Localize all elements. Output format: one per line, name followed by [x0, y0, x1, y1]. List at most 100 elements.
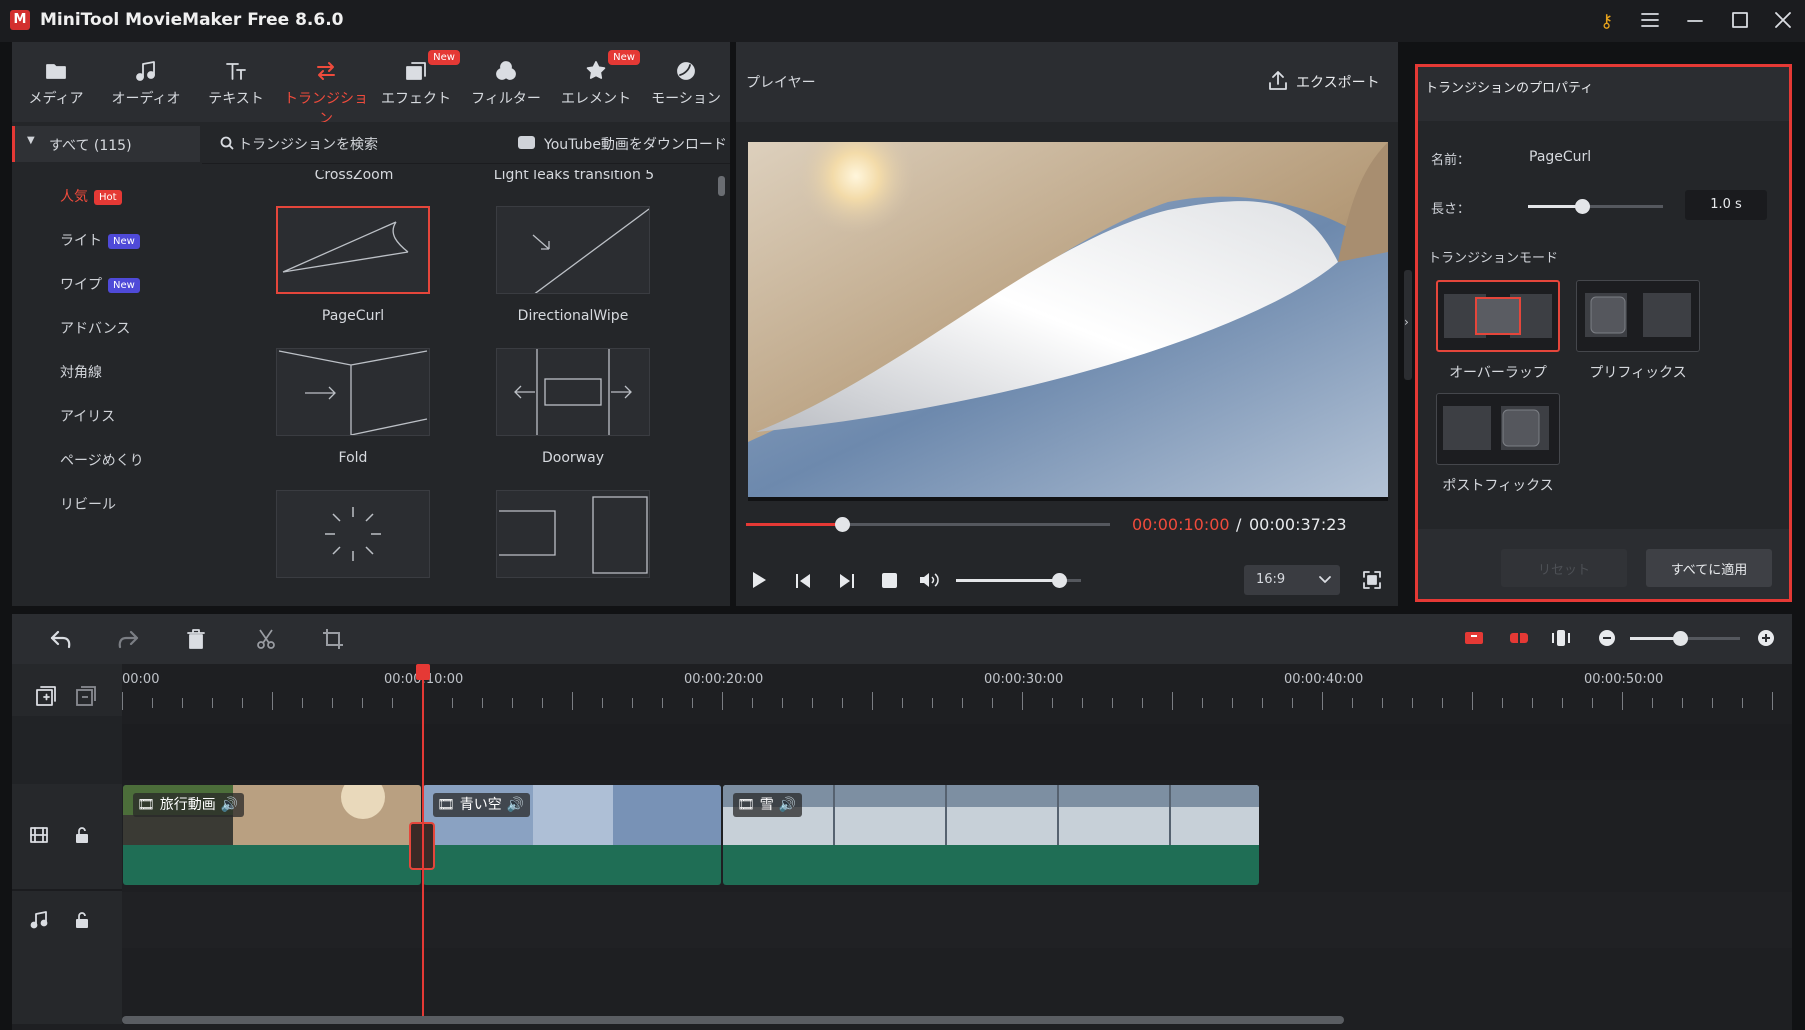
new-badge: New	[108, 277, 140, 293]
transition-thumb-directionalwipe[interactable]	[496, 206, 650, 294]
mode-label: プリフィックス	[1589, 365, 1687, 381]
undo-icon[interactable]	[49, 628, 73, 650]
transition-thumb-fold[interactable]	[276, 348, 430, 436]
tab-audio[interactable]: オーディオ	[102, 42, 190, 122]
ruler-tick	[212, 698, 213, 708]
ruler-tick	[1772, 692, 1773, 710]
tab-element[interactable]: New エレメント	[552, 42, 640, 122]
seek-handle[interactable]	[835, 517, 850, 532]
split-icon[interactable]	[256, 628, 276, 650]
gallery-scrollbar[interactable]	[718, 176, 725, 196]
ruler-tick	[872, 692, 873, 710]
volume-handle[interactable]	[1052, 573, 1067, 588]
ruler-tick	[1562, 698, 1563, 708]
ruler-tick	[512, 698, 513, 708]
zoom-out-icon[interactable]	[1598, 629, 1616, 647]
tab-transition[interactable]: トランジション	[282, 42, 370, 127]
category-reveal[interactable]: リビール	[60, 494, 116, 514]
zoom-in-icon[interactable]	[1757, 629, 1775, 647]
category-advance[interactable]: アドバンス	[60, 318, 130, 338]
tab-label: フィルター	[471, 91, 541, 107]
clip-travel[interactable]: 🎞 旅行動画 🔊	[123, 785, 421, 885]
ruler-tick	[1172, 692, 1173, 710]
clip-snow[interactable]: 🎞 雪 🔊	[723, 785, 1259, 885]
zoom-handle[interactable]	[1673, 631, 1688, 646]
tab-label: エフェクト	[381, 91, 451, 107]
apply-all-button[interactable]: すべてに適用	[1646, 549, 1772, 587]
category-light[interactable]: ライト New	[60, 230, 140, 250]
tab-motion[interactable]: モーション	[642, 42, 730, 122]
ruler-tick	[482, 698, 483, 708]
maximize-icon[interactable]	[1731, 12, 1749, 28]
name-label: 名前：	[1431, 153, 1471, 168]
mode-prefix[interactable]	[1576, 280, 1700, 352]
mode-overlap[interactable]	[1436, 280, 1560, 352]
time-total: 00:00:37:23	[1249, 515, 1347, 534]
category-iris[interactable]: アイリス	[60, 406, 115, 426]
close-icon[interactable]	[1774, 12, 1792, 28]
folder-icon	[44, 59, 68, 83]
export-button[interactable]: エクスポート	[1296, 72, 1380, 92]
magnet-icon[interactable]	[1509, 628, 1529, 648]
transition-thumb-slide[interactable]	[496, 490, 650, 578]
ruler-tick	[362, 698, 363, 708]
tab-effect[interactable]: New エフェクト	[372, 42, 460, 122]
previous-frame-icon[interactable]	[794, 572, 812, 590]
remove-track-icon[interactable]	[76, 686, 96, 706]
add-track-icon[interactable]	[36, 686, 56, 706]
redo-icon[interactable]	[116, 628, 140, 650]
transition-thumb-doorway[interactable]	[496, 348, 650, 436]
category-diagonal[interactable]: 対角線	[60, 362, 102, 382]
clip-label: 🎞 旅行動画 🔊	[133, 793, 245, 817]
playhead-line	[422, 672, 424, 1016]
snap-icon[interactable]	[1464, 628, 1484, 648]
clip-name: 青い空	[459, 797, 502, 813]
tab-text[interactable]: テキスト	[192, 42, 280, 122]
ruler-tick	[1232, 698, 1233, 708]
category-page-turn[interactable]: ページめくり	[60, 450, 144, 470]
collapse-arrow-icon[interactable]: ›	[1404, 315, 1409, 329]
minimize-icon[interactable]	[1686, 12, 1704, 28]
ruler-tick	[1442, 698, 1443, 708]
film-icon: 🎞	[137, 797, 155, 813]
tab-media[interactable]: メディア	[12, 42, 100, 122]
clip-blue-sky[interactable]: 🎞 青い空 🔊	[423, 785, 721, 885]
category-label: 人気	[60, 189, 88, 205]
timeline-horizontal-scrollbar[interactable]	[122, 1016, 1344, 1024]
fullscreen-icon[interactable]	[1362, 570, 1382, 590]
transition-thumb-radial[interactable]	[276, 490, 430, 578]
next-frame-icon[interactable]	[838, 572, 856, 590]
category-wipe[interactable]: ワイプ New	[60, 274, 140, 294]
category-all[interactable]: ▼ すべて (115)	[12, 126, 200, 162]
transition-thumb-pagecurl[interactable]	[276, 206, 430, 294]
lock-audio-track-icon[interactable]	[75, 912, 89, 928]
play-icon[interactable]	[750, 570, 768, 590]
search-input[interactable]: トランジションを検索	[238, 134, 378, 154]
length-input[interactable]: 1.0 s	[1685, 190, 1767, 220]
volume-icon[interactable]	[918, 571, 940, 589]
stop-icon[interactable]	[882, 573, 897, 588]
clip-thumbnail-snow	[723, 785, 1259, 845]
reset-button[interactable]: リセット	[1501, 549, 1627, 587]
category-label: ライト	[60, 233, 102, 249]
ruler-label: 00:00:40:00	[1284, 672, 1364, 687]
menu-icon[interactable]	[1641, 12, 1659, 28]
lock-video-track-icon[interactable]	[75, 827, 89, 843]
youtube-download-link[interactable]: YouTube動画をダウンロード	[544, 134, 727, 154]
postfix-mode-icon	[1443, 406, 1549, 450]
mode-postfix[interactable]	[1436, 393, 1560, 465]
crop-icon[interactable]	[322, 628, 344, 650]
track-divider	[12, 889, 122, 891]
length-handle[interactable]	[1575, 199, 1590, 214]
tab-filter[interactable]: フィルター	[462, 42, 550, 122]
text-icon	[224, 59, 248, 83]
length-value: 1.0 s	[1710, 197, 1742, 212]
caret-down-icon: ▼	[27, 135, 35, 146]
track-headers	[12, 664, 122, 1024]
aspect-ratio-select[interactable]: 16:9	[1244, 565, 1340, 595]
fit-timeline-icon[interactable]	[1551, 628, 1571, 648]
key-icon[interactable]: ⚷	[1600, 11, 1613, 32]
category-popular[interactable]: 人気 Hot	[60, 186, 122, 206]
delete-icon[interactable]	[186, 628, 206, 650]
playhead-handle[interactable]	[416, 664, 430, 680]
